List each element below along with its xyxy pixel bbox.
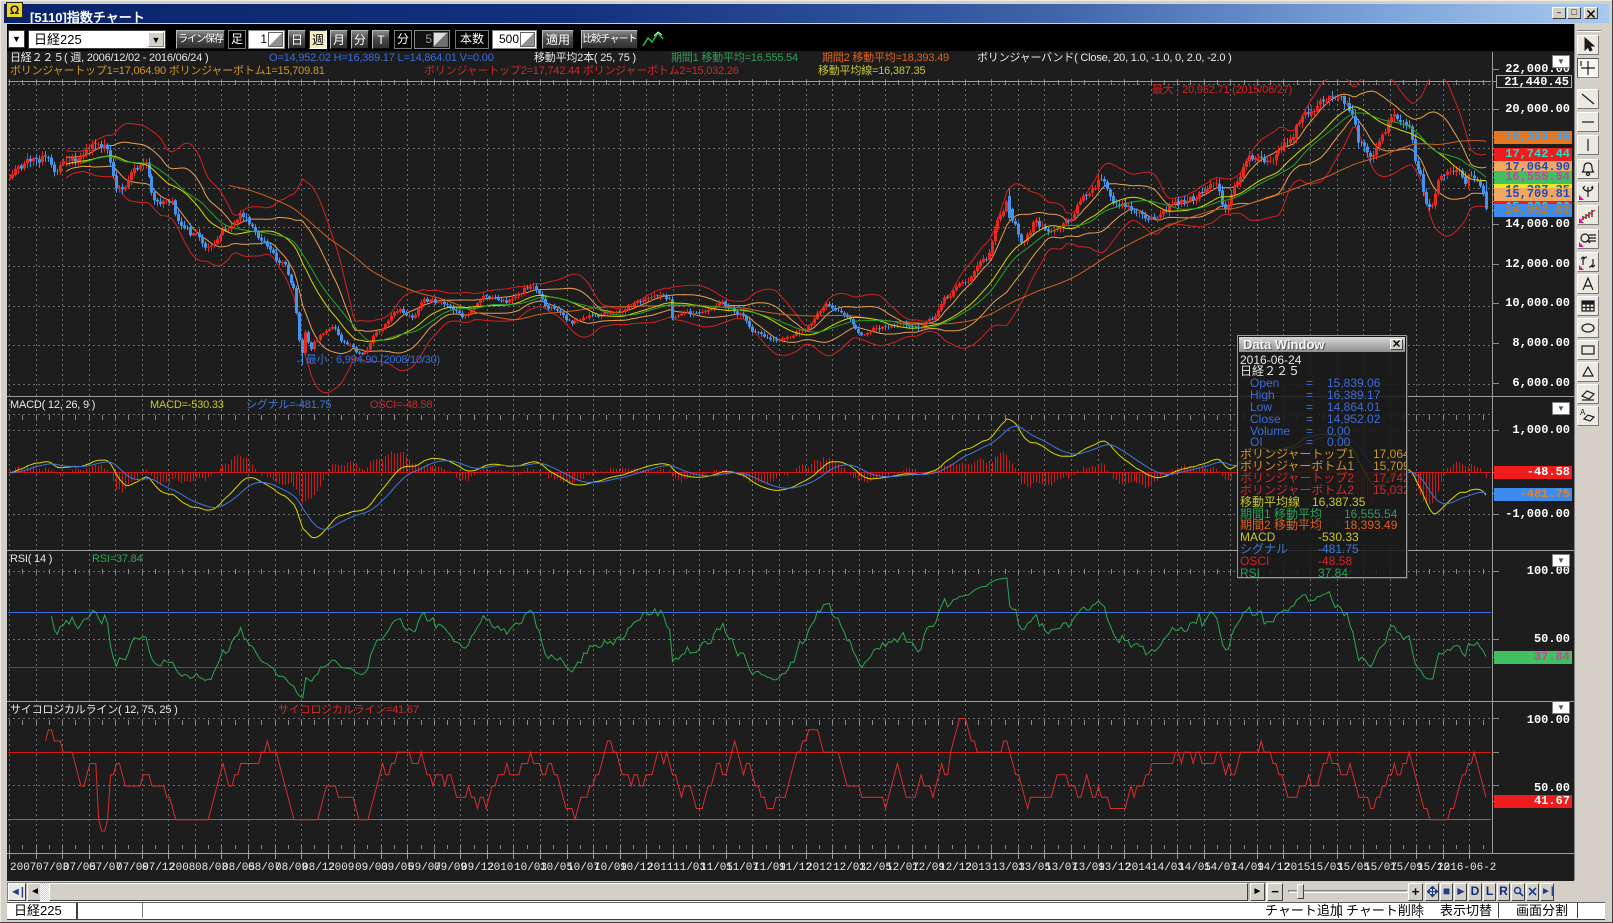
svg-text:A: A [1580,408,1586,417]
